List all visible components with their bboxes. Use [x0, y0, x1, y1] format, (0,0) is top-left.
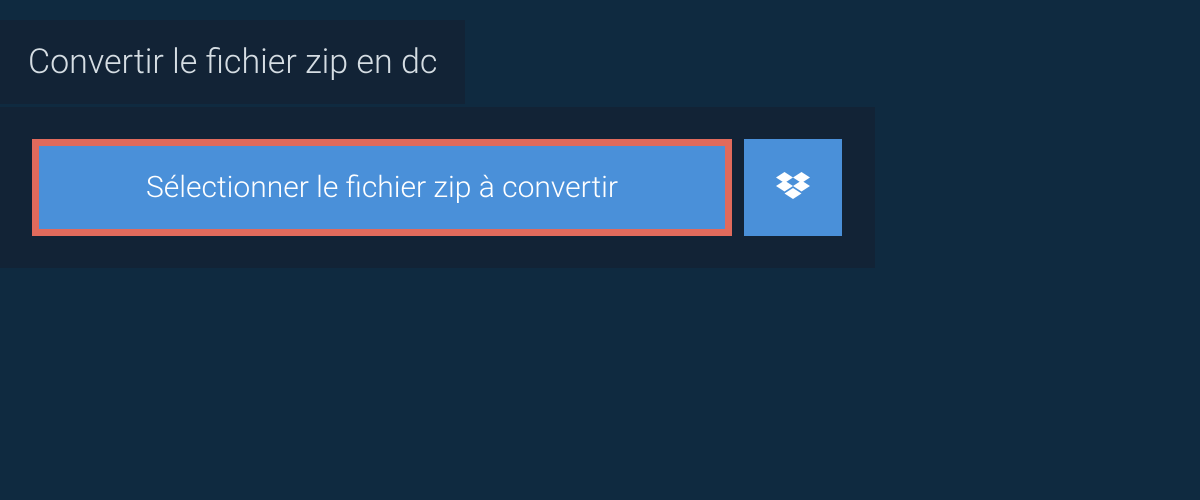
select-file-button[interactable]: Sélectionner le fichier zip à convertir	[32, 139, 732, 236]
dropbox-button[interactable]	[744, 139, 842, 236]
upload-panel: Sélectionner le fichier zip à convertir	[0, 107, 875, 268]
dropbox-icon	[776, 172, 810, 204]
page-title: Convertir le fichier zip en dc	[0, 20, 465, 104]
select-file-label: Sélectionner le fichier zip à convertir	[146, 170, 618, 205]
button-row: Sélectionner le fichier zip à convertir	[32, 139, 843, 236]
